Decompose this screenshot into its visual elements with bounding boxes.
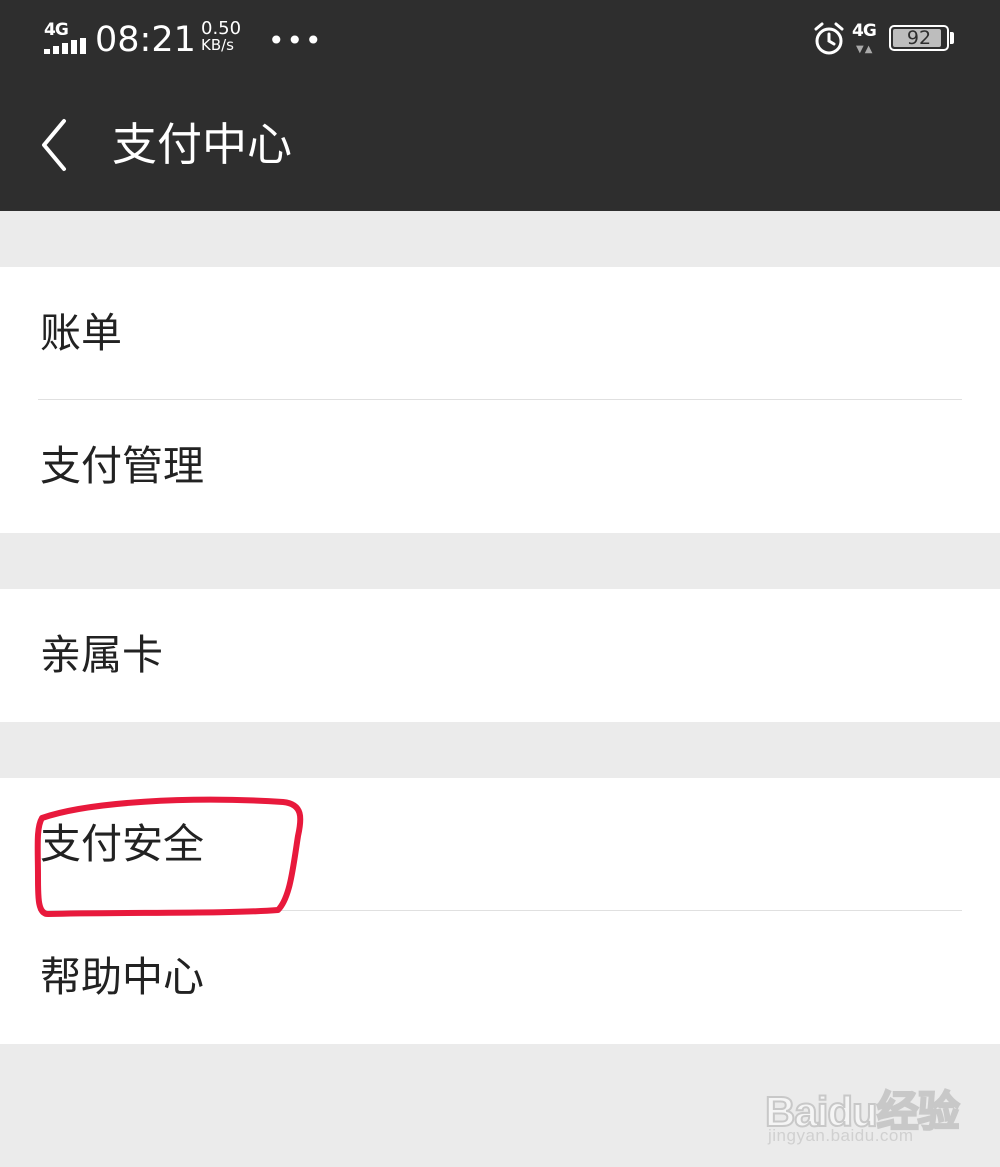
menu-item-label: 亲属卡 <box>40 631 163 679</box>
network-speed-value: 0.50 <box>201 18 242 39</box>
menu-item-label: 支付安全 <box>40 820 204 868</box>
menu-group-security: 支付安全 帮助中心 <box>0 778 1000 1044</box>
menu-item-bill[interactable]: 账单 <box>0 267 1000 400</box>
network-speed-unit: KB/s <box>201 36 234 54</box>
baidu-jingyan-watermark: Baidu经验 jingyan.baidu.com <box>764 1058 965 1148</box>
top-bar: 4G 08:21 0.50 KB/s ••• 4G ▼▲ 92 支付中心 <box>0 0 1000 211</box>
more-notifications-icon: ••• <box>268 24 324 57</box>
battery-percent: 92 <box>906 27 932 49</box>
battery-icon: 92 <box>889 25 949 51</box>
data-activity-icon: ▼▲ <box>856 44 874 55</box>
menu-item-label: 账单 <box>40 309 122 357</box>
clock: 08:21 <box>95 20 196 60</box>
menu-item-payment-management[interactable]: 支付管理 <box>0 400 1000 533</box>
network-type-label: 4G <box>852 21 877 41</box>
menu-item-label: 支付管理 <box>40 442 204 490</box>
watermark-url: jingyan.baidu.com <box>768 1126 914 1145</box>
network-speed: 0.50 KB/s <box>201 20 241 54</box>
back-arrow-icon[interactable] <box>36 117 76 173</box>
alarm-clock-icon <box>814 22 844 55</box>
menu-item-help-center[interactable]: 帮助中心 <box>0 911 1000 1044</box>
signal-type-label: 4G <box>44 20 69 40</box>
menu-group-family-card: 亲属卡 <box>0 589 1000 722</box>
menu-item-family-card[interactable]: 亲属卡 <box>0 589 1000 722</box>
signal-strength-icon <box>44 38 86 54</box>
menu-item-payment-security[interactable]: 支付安全 <box>0 778 1000 911</box>
menu-item-label: 帮助中心 <box>40 953 204 1001</box>
menu-group-billing: 账单 支付管理 <box>0 267 1000 533</box>
battery-nub <box>950 32 954 44</box>
status-bar: 4G 08:21 0.50 KB/s ••• 4G ▼▲ 92 <box>0 0 1000 80</box>
page-title: 支付中心 <box>112 118 293 171</box>
